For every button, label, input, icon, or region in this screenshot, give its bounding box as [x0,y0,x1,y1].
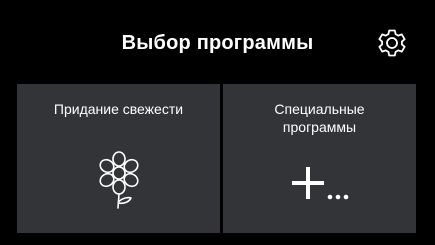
page-title: Выбор программы [121,32,314,54]
gear-icon [378,29,406,57]
tile-special-programs[interactable]: Специальные программы [223,84,416,233]
tile-freshening[interactable]: Придание свежести [17,84,220,233]
header: Выбор программы [0,0,435,84]
settings-button[interactable] [376,27,408,59]
tile-freshening-label: Придание свежести [53,101,184,117]
tile-special-programs-label: Специальные программы [274,101,365,135]
plus-more-icon [292,167,349,200]
program-selection-screen: Выбор программы Придание свежести Специа… [0,0,435,245]
flower-icon [99,151,139,209]
